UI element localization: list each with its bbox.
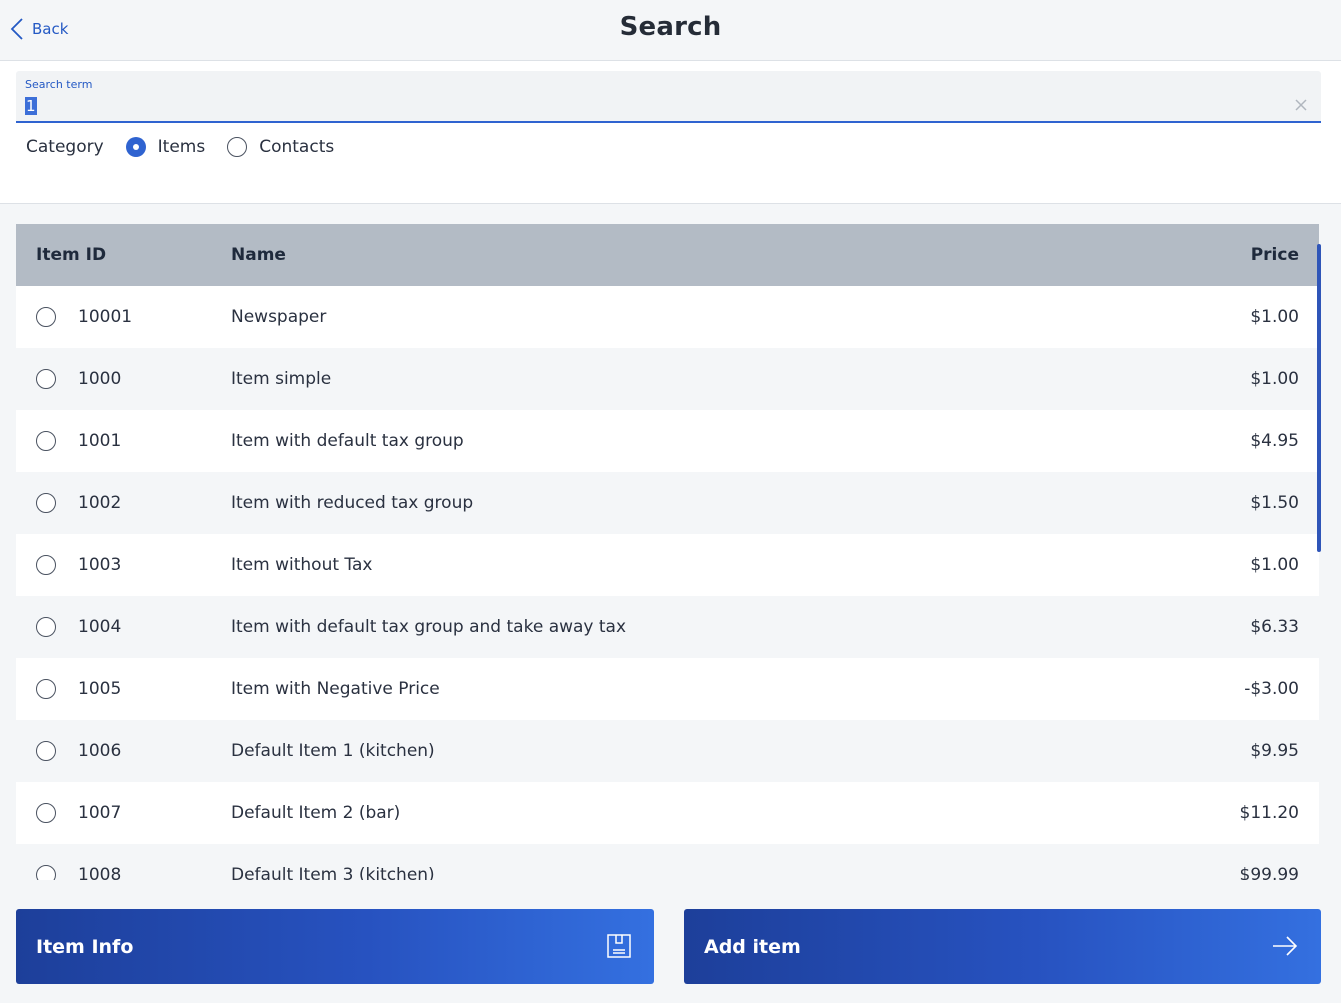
cell-item-price: -$3.00 bbox=[1244, 679, 1299, 699]
table-row[interactable]: 1007 Default Item 2 (bar) $11.20 bbox=[16, 782, 1319, 844]
table-row[interactable]: 10001 Newspaper $1.00 bbox=[16, 286, 1319, 348]
table-header: Item ID Name Price bbox=[16, 224, 1319, 286]
close-icon[interactable] bbox=[1293, 97, 1309, 113]
cell-item-price: $1.00 bbox=[1250, 369, 1299, 389]
table-row[interactable]: 1004 Item with default tax group and take… bbox=[16, 596, 1319, 658]
table-body: 10001 Newspaper $1.00 1000 Item simple $1.00 1… bbox=[16, 286, 1319, 880]
item-info-label: Item Info bbox=[36, 935, 134, 958]
cell-item-id: 1002 bbox=[16, 493, 231, 513]
row-radio-icon[interactable] bbox=[36, 493, 56, 513]
item-id-text: 1005 bbox=[78, 679, 122, 699]
cell-item-id: 1005 bbox=[16, 679, 231, 699]
cell-item-id: 1000 bbox=[16, 369, 231, 389]
cell-item-id: 1007 bbox=[16, 803, 231, 823]
search-panel: Search term 1 bbox=[0, 61, 1341, 204]
cell-item-name: Default Item 2 (bar) bbox=[231, 803, 401, 823]
page-title: Search bbox=[619, 12, 722, 42]
cell-item-name: Newspaper bbox=[231, 307, 327, 327]
search-field-label: Search term bbox=[25, 78, 93, 91]
item-id-text: 10001 bbox=[78, 307, 133, 327]
cell-item-name: Item simple bbox=[231, 369, 332, 389]
table-row[interactable]: 1008 Default Item 3 (kitchen) $99.99 bbox=[16, 844, 1319, 880]
column-header-price: Price bbox=[1250, 245, 1299, 265]
add-item-button[interactable]: Add item bbox=[684, 909, 1321, 984]
cell-item-id: 1006 bbox=[16, 741, 231, 761]
row-radio-icon[interactable] bbox=[36, 369, 56, 389]
table-row[interactable]: 1000 Item simple $1.00 bbox=[16, 348, 1319, 410]
cell-item-price: $1.50 bbox=[1250, 493, 1299, 513]
cell-item-id: 1008 bbox=[16, 865, 231, 880]
document-icon bbox=[607, 934, 631, 958]
cell-item-id: 1004 bbox=[16, 617, 231, 637]
row-radio-icon[interactable] bbox=[36, 803, 56, 823]
cell-item-name: Default Item 3 (kitchen) bbox=[231, 865, 435, 880]
search-input[interactable]: 1 bbox=[25, 97, 37, 115]
category-option-contacts[interactable]: Contacts bbox=[227, 137, 334, 157]
cell-item-id: 1003 bbox=[16, 555, 231, 575]
cell-item-name: Item with default tax group and take awa… bbox=[231, 617, 627, 637]
top-bar: Back Search bbox=[0, 0, 1341, 61]
row-radio-icon[interactable] bbox=[36, 741, 56, 761]
category-option-label: Contacts bbox=[259, 137, 335, 157]
column-header-name: Name bbox=[231, 245, 286, 265]
item-id-text: 1001 bbox=[78, 431, 122, 451]
row-radio-icon[interactable] bbox=[36, 679, 56, 699]
item-id-text: 1002 bbox=[78, 493, 122, 513]
table-scrollbar[interactable] bbox=[1317, 244, 1321, 552]
add-item-label: Add item bbox=[704, 935, 801, 958]
item-id-text: 1008 bbox=[78, 865, 122, 880]
cell-item-price: $6.33 bbox=[1250, 617, 1299, 637]
cell-item-price: $4.95 bbox=[1250, 431, 1299, 451]
radio-selected-icon[interactable] bbox=[125, 137, 146, 157]
cell-item-price: $1.00 bbox=[1250, 555, 1299, 575]
category-label: Category bbox=[26, 137, 104, 157]
row-radio-icon[interactable] bbox=[36, 307, 56, 327]
cell-item-name: Item with Negative Price bbox=[231, 679, 440, 699]
cell-item-name: Default Item 1 (kitchen) bbox=[231, 741, 435, 761]
item-id-text: 1003 bbox=[78, 555, 122, 575]
category-option-label: Items bbox=[157, 137, 206, 157]
cell-item-name: Item with default tax group bbox=[231, 431, 464, 451]
row-radio-icon[interactable] bbox=[36, 555, 56, 575]
cell-item-name: Item with reduced tax group bbox=[231, 493, 474, 513]
cell-item-price: $9.95 bbox=[1250, 741, 1299, 761]
column-header-item-id: Item ID bbox=[36, 245, 107, 265]
cell-item-price: $1.00 bbox=[1250, 307, 1299, 327]
cell-item-id: 10001 bbox=[16, 307, 231, 327]
table-row[interactable]: 1005 Item with Negative Price -$3.00 bbox=[16, 658, 1319, 720]
cell-item-price: $99.99 bbox=[1239, 865, 1299, 880]
item-id-text: 1004 bbox=[78, 617, 122, 637]
item-id-text: 1007 bbox=[78, 803, 122, 823]
row-radio-icon[interactable] bbox=[36, 431, 56, 451]
cell-item-price: $11.20 bbox=[1239, 803, 1299, 823]
cell-item-id: 1001 bbox=[16, 431, 231, 451]
item-id-text: 1006 bbox=[78, 741, 122, 761]
row-radio-icon[interactable] bbox=[36, 865, 56, 880]
arrow-right-icon bbox=[1273, 936, 1298, 956]
radio-unselected-icon[interactable] bbox=[227, 137, 248, 157]
item-info-button[interactable]: Item Info bbox=[16, 909, 654, 984]
table-row[interactable]: 1006 Default Item 1 (kitchen) $9.95 bbox=[16, 720, 1319, 782]
category-option-items[interactable]: Items bbox=[125, 137, 206, 157]
cell-item-name: Item without Tax bbox=[231, 555, 373, 575]
category-selector: Category Items Contacts bbox=[26, 136, 356, 158]
table-row[interactable]: 1002 Item with reduced tax group $1.50 bbox=[16, 472, 1319, 534]
item-id-text: 1000 bbox=[78, 369, 122, 389]
row-radio-icon[interactable] bbox=[36, 617, 56, 637]
search-field[interactable]: Search term 1 bbox=[16, 71, 1321, 123]
table-row[interactable]: 1003 Item without Tax $1.00 bbox=[16, 534, 1319, 596]
items-table: Item ID Name Price 10001 Newspaper $1.00 10… bbox=[16, 224, 1319, 880]
table-row[interactable]: 1001 Item with default tax group $4.95 bbox=[16, 410, 1319, 472]
